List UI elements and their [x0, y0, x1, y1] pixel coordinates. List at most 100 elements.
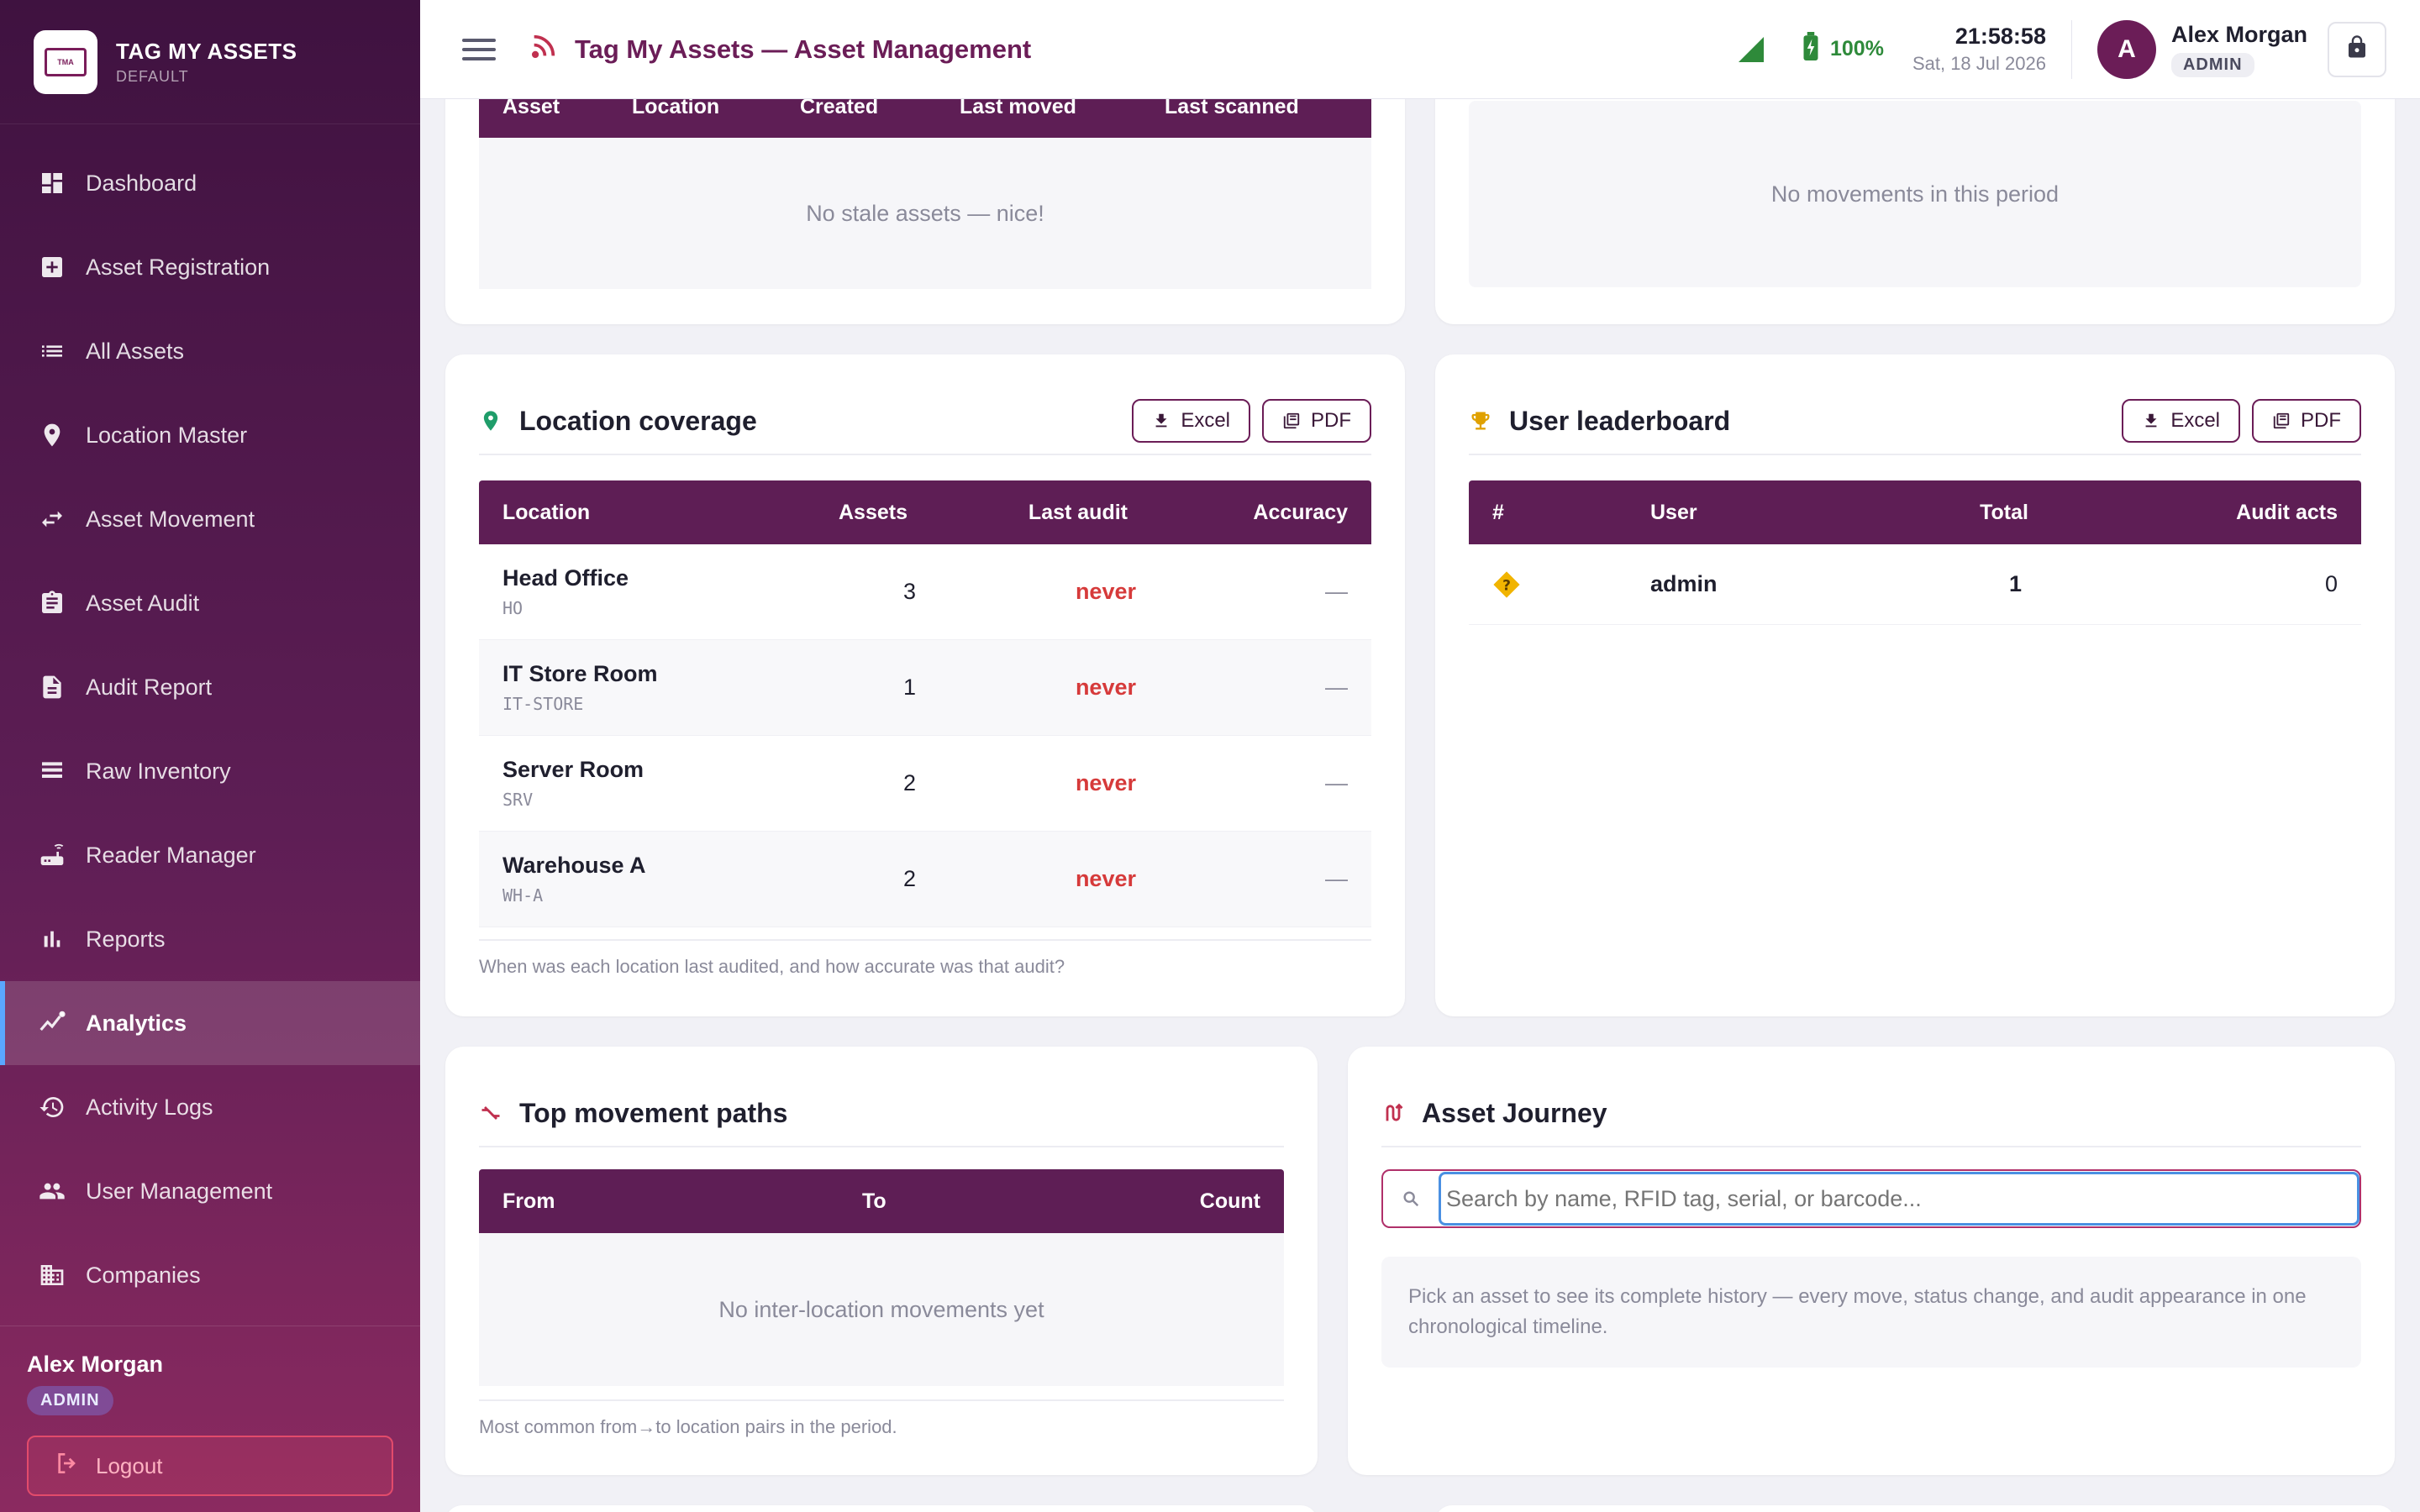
leaderboard-table: # User Total Audit acts ? admin 1 0: [1469, 480, 2361, 625]
column-header[interactable]: Accuracy: [1128, 501, 1371, 525]
building-icon: [37, 1260, 67, 1290]
card-title: Asset Journey: [1381, 1098, 1607, 1129]
last-audit: never: [1075, 770, 1136, 795]
location-code: HO: [502, 598, 523, 618]
sidebar-item-label: User Management: [86, 1178, 273, 1204]
sidebar-item-asset-movement[interactable]: Asset Movement: [0, 477, 420, 561]
header-user-info: Alex Morgan ADMIN: [2170, 22, 2307, 77]
sidebar-item-reports[interactable]: Reports: [0, 897, 420, 981]
sidebar-item-label: Reader Manager: [86, 842, 256, 868]
sidebar-item-label: Activity Logs: [86, 1094, 213, 1120]
table-header: Location Assets Last audit Accuracy: [479, 480, 1371, 544]
table-row[interactable]: Warehouse A WH-A 2 never —: [479, 832, 1371, 927]
button-label: PDF: [2301, 409, 2341, 432]
asset-journey-card: Asset Journey Pick an asset to see its c…: [1348, 1047, 2395, 1475]
location-name: IT Store Room: [502, 661, 658, 686]
card-title: User leaderboard: [1469, 406, 1730, 437]
export-pdf-button[interactable]: PDF: [2252, 399, 2361, 443]
sidebar-item-audit-report[interactable]: Audit Report: [0, 645, 420, 729]
table-row[interactable]: ? admin 1 0: [1469, 544, 2361, 625]
sidebar-role-badge: ADMIN: [27, 1386, 113, 1415]
table-row[interactable]: Head Office HO 3 never —: [479, 544, 1371, 640]
sidebar-item-asset-registration[interactable]: Asset Registration: [0, 225, 420, 309]
merge-arrows-icon: [479, 1101, 502, 1125]
button-label: Excel: [1181, 409, 1230, 432]
logout-label: Logout: [96, 1452, 163, 1478]
search-icon: [1383, 1189, 1439, 1208]
sidebar-item-all-assets[interactable]: All Assets: [0, 309, 420, 393]
column-header[interactable]: Count: [1114, 1189, 1284, 1214]
sidebar-item-user-management[interactable]: User Management: [0, 1149, 420, 1233]
button-label: PDF: [1311, 409, 1351, 432]
question-diamond-icon: ?: [1469, 570, 1650, 599]
export-excel-button[interactable]: Excel: [2122, 399, 2240, 443]
router-icon: [37, 840, 67, 870]
sidebar-item-activity-logs[interactable]: Activity Logs: [0, 1065, 420, 1149]
logout-icon: [54, 1450, 81, 1483]
asset-search-input[interactable]: [1439, 1172, 2360, 1226]
column-header[interactable]: To: [862, 1189, 1114, 1214]
column-header[interactable]: Assets: [798, 501, 908, 525]
location-coverage-card: Location coverage Excel PDF Location Ass…: [445, 354, 1405, 1016]
card-title-text: Top movement paths: [519, 1097, 788, 1128]
column-header[interactable]: #: [1469, 501, 1650, 525]
leaderboard-total: 1: [2008, 571, 2022, 596]
page-title-text: Tag My Assets — Asset Management: [575, 34, 1032, 64]
asset-count: 2: [902, 866, 916, 891]
sidebar-item-raw-inventory[interactable]: Raw Inventory: [0, 729, 420, 813]
export-excel-button[interactable]: Excel: [1132, 399, 1250, 443]
column-header[interactable]: From: [479, 1189, 862, 1214]
table-row[interactable]: IT Store Room IT-STORE 1 never —: [479, 640, 1371, 736]
sidebar-item-asset-audit[interactable]: Asset Audit: [0, 561, 420, 645]
table-header: # User Total Audit acts: [1469, 480, 2361, 544]
menu-toggle-icon[interactable]: [462, 33, 496, 66]
sidebar-item-label: Asset Registration: [86, 254, 271, 280]
sidebar-item-label: All Assets: [86, 338, 185, 364]
last-audit: never: [1075, 675, 1136, 700]
card-title-text: Asset Journey: [1422, 1097, 1607, 1128]
asset-count: 1: [902, 675, 916, 700]
table-row[interactable]: Server Room SRV 2 never —: [479, 736, 1371, 832]
column-header[interactable]: Location: [479, 501, 798, 525]
list-bars-icon: [37, 756, 67, 786]
sidebar-item-analytics[interactable]: Analytics: [0, 981, 420, 1065]
location-name: Head Office: [502, 565, 629, 591]
card-header: Location coverage Excel PDF: [479, 388, 1371, 455]
location-code: WH-A: [502, 885, 544, 906]
export-pdf-button[interactable]: PDF: [1262, 399, 1371, 443]
journey-hint: Pick an asset to see its complete histor…: [1381, 1257, 2361, 1368]
column-header[interactable]: Last audit: [908, 501, 1128, 525]
avatar[interactable]: A: [2096, 19, 2156, 79]
movement-paths-card: Top movement paths From To Count No inte…: [445, 1047, 1318, 1475]
sidebar-item-reader-manager[interactable]: Reader Manager: [0, 813, 420, 897]
table-header: From To Count: [479, 1169, 1284, 1233]
brand-logo: TMA: [34, 29, 97, 94]
column-header[interactable]: User: [1650, 501, 1902, 525]
sidebar-nav: Dashboard Asset Registration All Assets …: [0, 141, 420, 1317]
sidebar-user-name: Alex Morgan: [27, 1352, 164, 1377]
sidebar-item-label: Audit Report: [86, 674, 213, 700]
sidebar-item-label: Companies: [86, 1262, 201, 1288]
card-footnote: When was each location last audited, and…: [479, 939, 1371, 978]
card-header: Top movement paths: [479, 1080, 1284, 1147]
asset-count: 2: [902, 770, 916, 795]
brand[interactable]: TMA TAG MY ASSETS DEFAULT: [0, 0, 420, 124]
page-title: Tag My Assets — Asset Management: [529, 32, 1031, 67]
card-title-text: Location coverage: [519, 405, 757, 436]
user-leaderboard-card: User leaderboard Excel PDF # User Total …: [1435, 354, 2395, 1016]
header-role-badge: ADMIN: [2170, 52, 2254, 77]
column-header[interactable]: Total: [1902, 501, 2028, 525]
logout-button[interactable]: Logout: [27, 1436, 393, 1496]
accuracy: —: [1325, 675, 1348, 700]
document-icon: [37, 672, 67, 702]
people-icon: [37, 1176, 67, 1206]
asset-search-field[interactable]: [1381, 1169, 2361, 1228]
bar-chart-icon: [37, 924, 67, 954]
brand-logo-mark: TMA: [45, 47, 87, 76]
accuracy: —: [1325, 866, 1348, 891]
sidebar-item-location-master[interactable]: Location Master: [0, 393, 420, 477]
sidebar-item-dashboard[interactable]: Dashboard: [0, 141, 420, 225]
column-header[interactable]: Audit acts: [2028, 501, 2361, 525]
sidebar-item-companies[interactable]: Companies: [0, 1233, 420, 1317]
lock-button[interactable]: [2328, 21, 2386, 77]
